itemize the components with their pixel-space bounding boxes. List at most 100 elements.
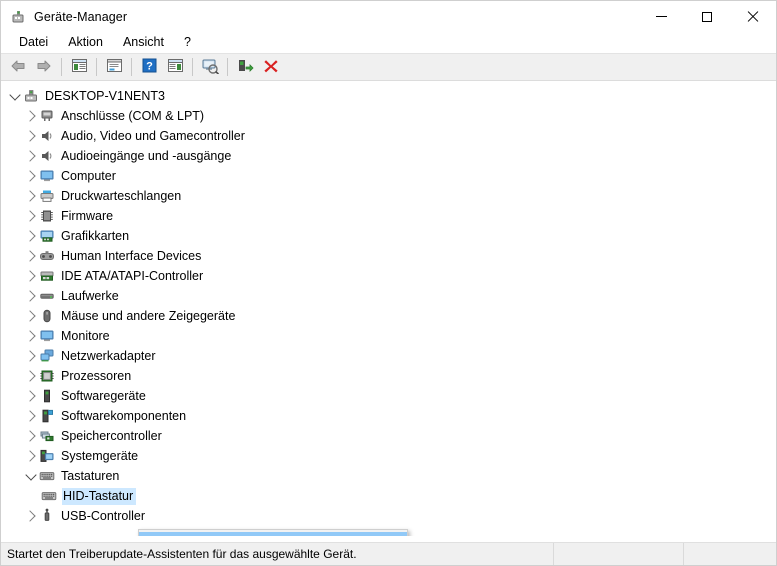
tree-label: Computer	[61, 168, 116, 183]
chevron-right-icon[interactable]	[23, 428, 39, 444]
tree-label: Systemgeräte	[61, 448, 139, 463]
minimize-icon	[655, 16, 667, 17]
properties-button[interactable]	[102, 56, 126, 78]
tree-row-ide-controllers[interactable]: IDE ATA/ATAPI-Controller	[1, 266, 776, 286]
show-hide-action-pane-icon	[167, 58, 184, 76]
chevron-right-icon[interactable]	[23, 448, 39, 464]
status-cell-2	[554, 542, 684, 565]
update-driver-button[interactable]	[233, 56, 257, 78]
monitor-icon	[39, 168, 55, 184]
forward-button[interactable]	[32, 56, 56, 78]
chevron-right-icon[interactable]	[23, 388, 39, 404]
close-button[interactable]	[730, 1, 776, 32]
chevron-right-icon[interactable]	[23, 128, 39, 144]
update-driver-icon	[237, 58, 254, 77]
tree-label: IDE ATA/ATAPI-Controller	[61, 268, 204, 283]
chevron-right-icon[interactable]	[23, 208, 39, 224]
tree-label: Monitore	[61, 328, 110, 343]
back-button[interactable]	[6, 56, 30, 78]
menu-datei[interactable]: Datei	[9, 33, 58, 52]
back-arrow-icon	[9, 58, 27, 77]
mouse-icon	[39, 308, 55, 324]
tree-label: Anschlüsse (COM & LPT)	[61, 108, 205, 123]
device-tree[interactable]: DESKTOP-V1NENT3 Anschlüsse (COM & LPT) A…	[1, 81, 776, 536]
chevron-right-icon[interactable]	[23, 168, 39, 184]
chevron-right-icon[interactable]	[23, 268, 39, 284]
chevron-right-icon[interactable]	[23, 288, 39, 304]
chevron-right-icon[interactable]	[23, 148, 39, 164]
chevron-right-icon[interactable]	[23, 248, 39, 264]
chevron-right-icon[interactable]	[23, 368, 39, 384]
tree-row-network-adapters[interactable]: Netzwerkadapter	[1, 346, 776, 366]
ide-controller-icon	[39, 268, 55, 284]
monitor-icon	[39, 328, 55, 344]
tree-row-firmware[interactable]: Firmware	[1, 206, 776, 226]
uninstall-device-icon	[263, 58, 279, 77]
show-hide-action-pane-button[interactable]	[163, 56, 187, 78]
tree-row-keyboards[interactable]: Tastaturen	[1, 466, 776, 486]
tree-row-mice[interactable]: Mäuse und andere Zeigegeräte	[1, 306, 776, 326]
tree-row-hid[interactable]: Human Interface Devices	[1, 246, 776, 266]
device-manager-icon	[10, 9, 26, 25]
tree-label: Softwarekomponenten	[61, 408, 187, 423]
tree-row-print-queues[interactable]: Druckwarteschlangen	[1, 186, 776, 206]
tree-row-audio-video-game[interactable]: Audio, Video und Gamecontroller	[1, 126, 776, 146]
chevron-down-icon[interactable]	[7, 88, 23, 104]
ctx-treiber-aktualisieren[interactable]: Treiber aktualisieren	[139, 532, 407, 536]
tree-row-hid-keyboard[interactable]: HID-Tastatur	[1, 486, 776, 506]
show-hide-console-tree-icon	[71, 58, 88, 76]
disk-drive-icon	[39, 288, 55, 304]
tree-row-software-devices[interactable]: Softwaregeräte	[1, 386, 776, 406]
chevron-right-icon[interactable]	[23, 328, 39, 344]
chevron-right-icon[interactable]	[23, 348, 39, 364]
toolbar-separator	[192, 58, 193, 76]
scan-hardware-changes-button[interactable]	[198, 56, 222, 78]
tree-row-ports[interactable]: Anschlüsse (COM & LPT)	[1, 106, 776, 126]
tree-row-usb-controllers[interactable]: USB-Controller	[1, 506, 776, 526]
chevron-down-icon[interactable]	[23, 468, 39, 484]
tree-row-monitors[interactable]: Monitore	[1, 326, 776, 346]
tree-label: Human Interface Devices	[61, 248, 202, 263]
maximize-button[interactable]	[684, 1, 730, 32]
chevron-right-icon[interactable]	[23, 108, 39, 124]
menu-ansicht[interactable]: Ansicht	[113, 33, 174, 52]
chevron-right-icon[interactable]	[23, 228, 39, 244]
context-menu: Treiber aktualisieren Gerät deinstallier…	[138, 529, 408, 536]
printer-icon	[39, 188, 55, 204]
tree-label: Audioeingänge und -ausgänge	[61, 148, 232, 163]
tree-label: Mäuse und andere Zeigegeräte	[61, 308, 236, 323]
help-button[interactable]: ?	[137, 56, 161, 78]
scan-hardware-changes-icon	[201, 58, 220, 77]
menu-aktion[interactable]: Aktion	[58, 33, 113, 52]
chevron-right-icon[interactable]	[23, 508, 39, 524]
tree-row-audio-inputs-outputs[interactable]: Audioeingänge und -ausgänge	[1, 146, 776, 166]
status-bar: Startet den Treiberupdate-Assistenten fü…	[1, 542, 776, 565]
tree-row-software-components[interactable]: Softwarekomponenten	[1, 406, 776, 426]
menu-hilfe[interactable]: ?	[174, 33, 201, 52]
chevron-right-icon[interactable]	[23, 308, 39, 324]
uninstall-device-button[interactable]	[259, 56, 283, 78]
tree-row-root[interactable]: DESKTOP-V1NENT3	[1, 86, 776, 106]
tree-row-system-devices[interactable]: Systemgeräte	[1, 446, 776, 466]
minimize-button[interactable]	[638, 1, 684, 32]
help-icon: ?	[142, 58, 157, 76]
tree-row-computer[interactable]: Computer	[1, 166, 776, 186]
ports-icon	[39, 108, 55, 124]
storage-controller-icon	[39, 428, 55, 444]
status-message: Startet den Treiberupdate-Assistenten fü…	[1, 542, 554, 565]
tree-label: DESKTOP-V1NENT3	[45, 88, 165, 103]
usb-icon	[39, 508, 55, 524]
chevron-right-icon[interactable]	[23, 188, 39, 204]
chevron-right-icon[interactable]	[23, 408, 39, 424]
show-hide-console-tree-button[interactable]	[67, 56, 91, 78]
tree-label: Firmware	[61, 208, 114, 223]
tree-row-disk-drives[interactable]: Laufwerke	[1, 286, 776, 306]
tree-label: Laufwerke	[61, 288, 119, 303]
tree-row-storage-controllers[interactable]: Speichercontroller	[1, 426, 776, 446]
tree-row-processors[interactable]: Prozessoren	[1, 366, 776, 386]
tree-label: Netzwerkadapter	[61, 348, 156, 363]
maximize-icon	[702, 11, 712, 22]
title-bar[interactable]: Geräte-Manager	[1, 1, 776, 32]
keyboard-icon	[39, 468, 55, 484]
tree-row-display-adapters[interactable]: Grafikkarten	[1, 226, 776, 246]
